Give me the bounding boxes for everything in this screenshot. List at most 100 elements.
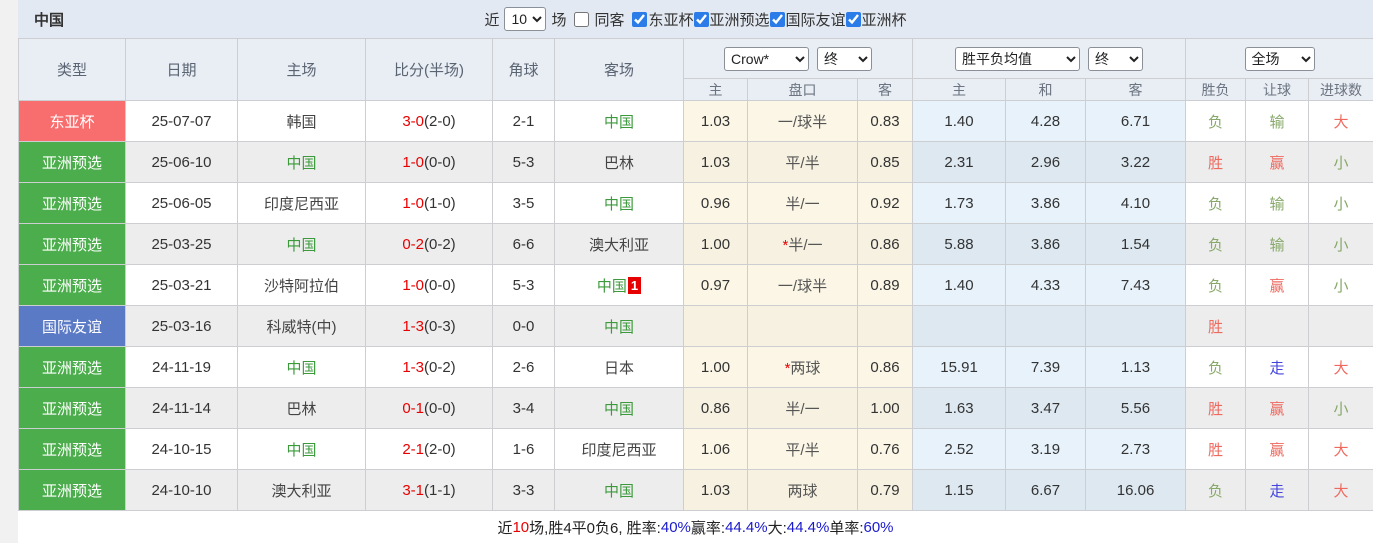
match-row: 亚洲预选 25-06-10 中国 1-0(0-0) 5-3 巴林 1.03 平/… <box>18 141 1373 183</box>
away-team: 中国 <box>603 318 634 336</box>
mean-draw-odds: 2.96 <box>1005 141 1087 183</box>
match-row: 亚洲预选 25-03-25 中国 0-2(0-2) 6-6 澳大利亚 1.00 … <box>18 223 1373 265</box>
away-team-cell: 中国 <box>554 387 684 429</box>
match-row: 亚洲预选 24-10-15 中国 2-1(2-0) 1-6 印度尼西亚 1.06… <box>18 428 1373 470</box>
filter-item[interactable]: 东亚杯 <box>632 9 694 30</box>
away-team: 印度尼西亚 <box>581 441 657 459</box>
full-time-score: 1-0 <box>402 194 424 212</box>
mean-draw-odds <box>1005 305 1087 347</box>
handicap-value: 半/一 <box>788 236 823 254</box>
home-team: 韩国 <box>237 100 366 142</box>
score-cell: 1-3(0-3) <box>365 305 493 347</box>
mean-draw-odds: 7.39 <box>1005 346 1087 388</box>
odds-home: 0.97 <box>683 264 748 306</box>
odds-home: 0.86 <box>683 387 748 429</box>
away-team-cell: 中国 <box>554 100 684 142</box>
sub-header-goals: 进球数 <box>1308 78 1373 101</box>
match-date: 25-06-10 <box>125 141 238 183</box>
odds-home: 1.03 <box>683 141 748 183</box>
odds-company-select[interactable]: Crow* <box>724 46 810 71</box>
home-team: 巴林 <box>237 387 366 429</box>
mean-home-odds: 1.63 <box>912 387 1007 429</box>
odds-home: 1.03 <box>683 100 748 142</box>
mean-home-odds: 1.40 <box>912 264 1007 306</box>
away-team: 中国 <box>603 482 634 500</box>
mean-home-odds <box>912 305 1007 347</box>
half-time-score: (0-0) <box>424 276 456 294</box>
odds-time-select[interactable]: 终 <box>817 46 873 71</box>
filter-item[interactable]: 亚洲预选 <box>693 9 770 30</box>
corner-score: 5-3 <box>492 141 555 183</box>
win-loss-result: 负 <box>1185 182 1247 224</box>
filter-item[interactable]: 亚洲杯 <box>845 9 907 30</box>
filter-list: 同客 东亚杯 亚洲预选 国际友谊 亚洲杯 <box>574 9 907 30</box>
sub-header-mean-home: 主 <box>912 78 1007 101</box>
goals-result: 小 <box>1308 387 1373 429</box>
corner-score: 0-0 <box>492 305 555 347</box>
handicap-cell: 一/球半 <box>747 264 858 306</box>
goals-result: 大 <box>1308 346 1373 388</box>
odds-away: 0.85 <box>856 141 914 183</box>
col-header-date: 日期 <box>125 38 238 101</box>
home-team: 科威特(中) <box>237 305 366 347</box>
match-date: 25-07-07 <box>125 100 238 142</box>
handicap-cell: 一/球半 <box>747 100 858 142</box>
corner-score: 2-1 <box>492 100 555 142</box>
match-row: 东亚杯 25-07-07 韩国 3-0(2-0) 2-1 中国 1.03 一/球… <box>18 100 1373 142</box>
sub-header-handicap: 盘口 <box>747 78 858 101</box>
competition-type-badge: 亚洲预选 <box>18 264 126 306</box>
handicap-value: 平/半 <box>785 441 820 459</box>
corner-score: 3-5 <box>492 182 555 224</box>
score-cell: 0-2(0-2) <box>365 223 493 265</box>
mean-draw-odds: 3.19 <box>1005 428 1087 470</box>
mean-odds-select[interactable]: 胜平负均值 <box>955 46 1081 71</box>
filter-label: 国际友谊 <box>785 11 846 29</box>
half-time-score: (0-2) <box>424 358 456 376</box>
corner-score: 1-6 <box>492 428 555 470</box>
mean-away-odds: 16.06 <box>1085 469 1187 511</box>
summary-segment: 40% <box>660 518 691 536</box>
handicap-value: 半/一 <box>785 195 820 213</box>
score-cell: 3-0(2-0) <box>365 100 493 142</box>
home-team: 中国 <box>237 141 366 183</box>
filter-checkbox[interactable] <box>769 11 785 27</box>
handicap-result <box>1245 305 1310 347</box>
filter-checkbox[interactable] <box>574 11 590 27</box>
score-cell: 1-0(1-0) <box>365 182 493 224</box>
away-team-cell: 巴林 <box>554 141 684 183</box>
odds-away: 0.76 <box>856 428 914 470</box>
mean-time-select[interactable]: 终 <box>1088 46 1144 71</box>
handicap-value: 一/球半 <box>777 277 828 295</box>
filter-checkbox[interactable] <box>632 11 648 27</box>
filter-item[interactable]: 国际友谊 <box>769 9 846 30</box>
col-header-away: 客场 <box>554 38 684 101</box>
match-count-select[interactable]: 10 <box>504 7 547 31</box>
win-loss-result: 胜 <box>1185 305 1247 347</box>
filter-controls: 近 10 场 同客 东亚杯 亚洲预选 国际友谊 亚洲杯 <box>484 7 907 31</box>
col-header-home: 主场 <box>237 38 366 101</box>
away-team-cell: 中国 <box>554 469 684 511</box>
scope-select[interactable]: 全场 <box>1244 46 1315 71</box>
sub-header-mean-draw: 和 <box>1005 78 1087 101</box>
away-team-cell: 中国 <box>554 305 684 347</box>
odds-home: 1.03 <box>683 469 748 511</box>
away-team: 澳大利亚 <box>588 236 649 254</box>
away-team: 中国 <box>603 113 634 131</box>
filter-checkbox[interactable] <box>845 11 861 27</box>
match-date: 24-10-10 <box>125 469 238 511</box>
half-time-score: (1-0) <box>424 194 456 212</box>
handicap-cell: 平/半 <box>747 141 858 183</box>
home-team: 澳大利亚 <box>237 469 366 511</box>
filter-label: 亚洲杯 <box>861 11 907 29</box>
score-cell: 1-3(0-2) <box>365 346 493 388</box>
odds-home <box>683 305 748 347</box>
mean-away-odds: 5.56 <box>1085 387 1187 429</box>
odds-home: 1.00 <box>683 346 748 388</box>
away-team-cell: 日本 <box>554 346 684 388</box>
mean-home-odds: 1.15 <box>912 469 1007 511</box>
goals-result: 小 <box>1308 223 1373 265</box>
summary-segment: 近 <box>497 519 513 537</box>
odds-away: 1.00 <box>856 387 914 429</box>
filter-item[interactable]: 同客 <box>574 9 624 30</box>
filter-checkbox[interactable] <box>693 11 709 27</box>
